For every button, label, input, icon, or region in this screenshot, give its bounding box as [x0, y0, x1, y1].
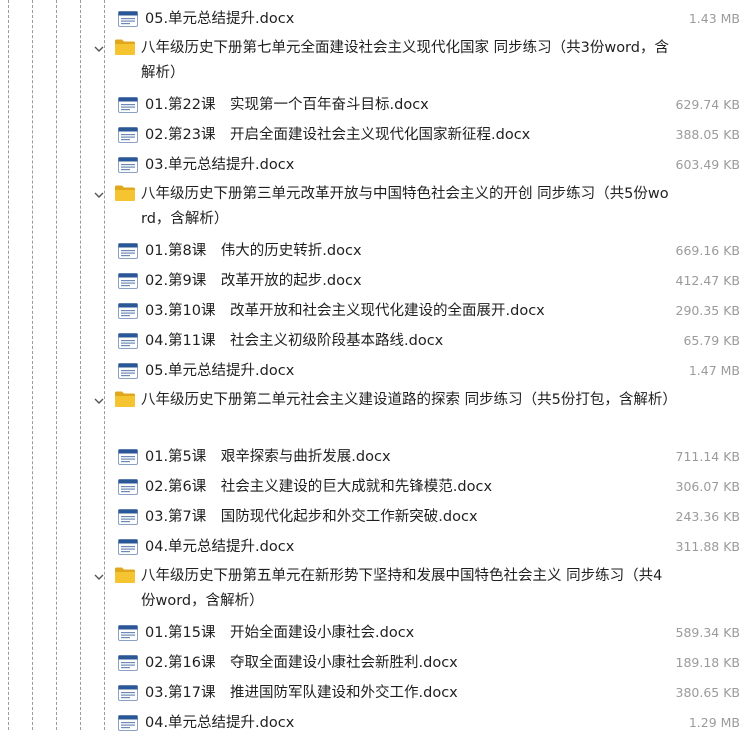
file-size: 243.36 KB	[675, 509, 740, 524]
chevron-down-icon[interactable]	[92, 41, 106, 55]
word-doc-icon	[118, 509, 138, 525]
file-size: 603.49 KB	[675, 157, 740, 172]
file-name: 05.单元总结提升.docx	[145, 11, 295, 27]
file-size: 1.29 MB	[688, 715, 740, 730]
file-size: 1.47 MB	[688, 363, 740, 378]
word-doc-icon	[118, 715, 138, 731]
file-name: 03.单元总结提升.docx	[145, 157, 295, 173]
file-size: 589.34 KB	[675, 625, 740, 640]
file-row[interactable]: 01.第8课 伟大的历史转折.docx 669.16 KB	[0, 236, 750, 266]
folder-row[interactable]: 八年级历史下册第三单元改革开放与中国特色社会主义的开创 同步练习（共5份word…	[0, 182, 750, 234]
file-row[interactable]: 01.第15课 开始全面建设小康社会.docx 589.34 KB	[0, 618, 750, 648]
file-name: 02.第16课 夺取全面建设小康社会新胜利.docx	[145, 655, 458, 671]
file-row[interactable]: 01.第5课 艰辛探索与曲折发展.docx 711.14 KB	[0, 442, 750, 472]
file-row[interactable]: 03.第10课 改革开放和社会主义现代化建设的全面展开.docx 290.35 K…	[0, 296, 750, 326]
file-size: 189.18 KB	[675, 655, 740, 670]
file-name: 01.第22课 实现第一个百年奋斗目标.docx	[145, 97, 429, 113]
file-name: 02.第6课 社会主义建设的巨大成就和先锋模范.docx	[145, 479, 493, 495]
file-row[interactable]: 04.单元总结提升.docx 1.29 MB	[0, 708, 750, 738]
word-doc-icon	[118, 449, 138, 465]
folder-name: 八年级历史下册第二单元社会主义建设道路的探索 同步练习（共5份打包，含解析）	[141, 392, 677, 408]
file-size: 711.14 KB	[675, 449, 740, 464]
file-size: 380.65 KB	[675, 685, 740, 700]
word-doc-icon	[118, 685, 138, 701]
file-name: 04.单元总结提升.docx	[145, 715, 295, 731]
file-name: 01.第15课 开始全面建设小康社会.docx	[145, 625, 415, 641]
file-size: 412.47 KB	[675, 273, 740, 288]
file-row[interactable]: 02.第6课 社会主义建设的巨大成就和先锋模范.docx 306.07 KB	[0, 472, 750, 502]
file-name: 02.第23课 开启全面建设社会主义现代化国家新征程.docx	[145, 127, 531, 143]
folder-row[interactable]: 八年级历史下册第二单元社会主义建设道路的探索 同步练习（共5份打包，含解析）	[0, 388, 750, 440]
file-size: 290.35 KB	[675, 303, 740, 318]
file-name: 01.第5课 艰辛探索与曲折发展.docx	[145, 449, 391, 465]
file-name: 04.第11课 社会主义初级阶段基本路线.docx	[145, 333, 444, 349]
word-doc-icon	[118, 625, 138, 641]
folder-icon	[114, 184, 136, 202]
word-doc-icon	[118, 303, 138, 319]
file-size: 1.43 MB	[688, 11, 740, 26]
file-size: 669.16 KB	[675, 243, 740, 258]
file-name: 02.第9课 改革开放的起步.docx	[145, 273, 362, 289]
file-row[interactable]: 04.单元总结提升.docx 311.88 KB	[0, 532, 750, 562]
folder-row[interactable]: 八年级历史下册第五单元在新形势下坚持和发展中国特色社会主义 同步练习（共4份wo…	[0, 564, 750, 616]
file-row[interactable]: 03.第7课 国防现代化起步和外交工作新突破.docx 243.36 KB	[0, 502, 750, 532]
word-doc-icon	[118, 127, 138, 143]
word-doc-icon	[118, 333, 138, 349]
file-row[interactable]: 01.第22课 实现第一个百年奋斗目标.docx 629.74 KB	[0, 90, 750, 120]
file-row[interactable]: 05.单元总结提升.docx 1.47 MB	[0, 356, 750, 386]
file-name: 03.第10课 改革开放和社会主义现代化建设的全面展开.docx	[145, 303, 545, 319]
file-name: 03.第17课 推进国防军队建设和外交工作.docx	[145, 685, 458, 701]
file-name: 05.单元总结提升.docx	[145, 363, 295, 379]
folder-icon	[114, 38, 136, 56]
chevron-down-icon[interactable]	[92, 569, 106, 583]
chevron-down-icon[interactable]	[92, 393, 106, 407]
folder-icon	[114, 390, 136, 408]
file-row[interactable]: 03.第17课 推进国防军队建设和外交工作.docx 380.65 KB	[0, 678, 750, 708]
file-size: 388.05 KB	[675, 127, 740, 142]
chevron-down-icon[interactable]	[92, 187, 106, 201]
word-doc-icon	[118, 157, 138, 173]
file-name: 01.第8课 伟大的历史转折.docx	[145, 243, 362, 259]
file-row[interactable]: 02.第9课 改革开放的起步.docx 412.47 KB	[0, 266, 750, 296]
file-size: 311.88 KB	[675, 539, 740, 554]
word-doc-icon	[118, 243, 138, 259]
file-size: 65.79 KB	[683, 333, 740, 348]
word-doc-icon	[118, 479, 138, 495]
word-doc-icon	[118, 273, 138, 289]
file-row[interactable]: 05.单元总结提升.docx 1.43 MB	[0, 4, 750, 34]
file-row[interactable]: 03.单元总结提升.docx 603.49 KB	[0, 150, 750, 180]
folder-name: 八年级历史下册第七单元全面建设社会主义现代化国家 同步练习（共3份word，含解…	[141, 40, 669, 81]
word-doc-icon	[118, 11, 138, 27]
file-name: 03.第7课 国防现代化起步和外交工作新突破.docx	[145, 509, 478, 525]
file-row[interactable]: 04.第11课 社会主义初级阶段基本路线.docx 65.79 KB	[0, 326, 750, 356]
word-doc-icon	[118, 97, 138, 113]
folder-name: 八年级历史下册第三单元改革开放与中国特色社会主义的开创 同步练习（共5份word…	[141, 186, 669, 227]
folder-row[interactable]: 八年级历史下册第七单元全面建设社会主义现代化国家 同步练习（共3份word，含解…	[0, 36, 750, 88]
word-doc-icon	[118, 655, 138, 671]
file-row[interactable]: 02.第16课 夺取全面建设小康社会新胜利.docx 189.18 KB	[0, 648, 750, 678]
file-name: 04.单元总结提升.docx	[145, 539, 295, 555]
folder-icon	[114, 566, 136, 584]
file-row[interactable]: 02.第23课 开启全面建设社会主义现代化国家新征程.docx 388.05 KB	[0, 120, 750, 150]
folder-name: 八年级历史下册第五单元在新形势下坚持和发展中国特色社会主义 同步练习（共4份wo…	[141, 568, 663, 609]
word-doc-icon	[118, 539, 138, 555]
word-doc-icon	[118, 363, 138, 379]
file-size: 629.74 KB	[675, 97, 740, 112]
file-size: 306.07 KB	[675, 479, 740, 494]
